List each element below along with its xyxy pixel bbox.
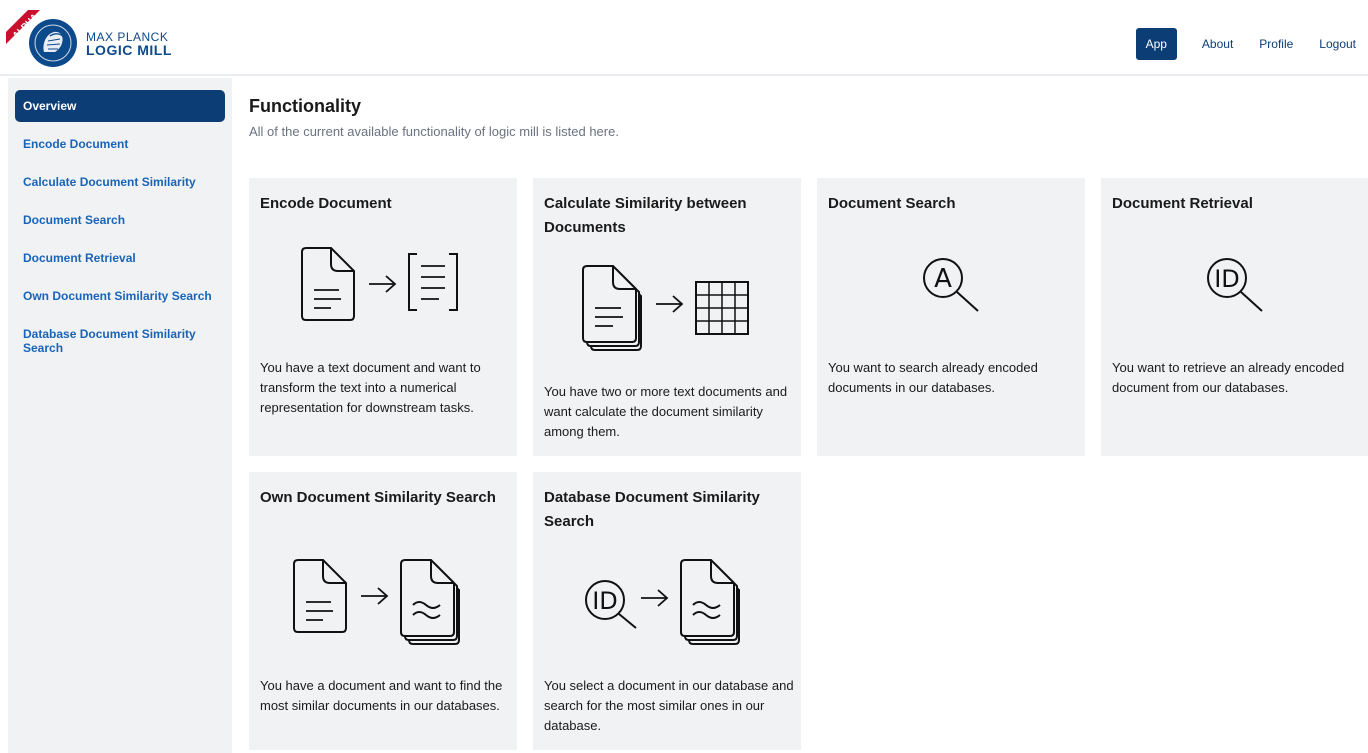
nav-logout[interactable]: Logout: [1306, 28, 1368, 60]
card-description: You have a document and want to find the…: [260, 678, 503, 713]
card-description: You have two or more text documents and …: [544, 384, 788, 439]
svg-text:ID: ID: [1214, 265, 1240, 293]
card-title: Own Document Similarity Search: [260, 489, 496, 506]
nav-app[interactable]: App: [1135, 28, 1177, 60]
card-title: Encode Document: [260, 195, 392, 212]
nav-profile[interactable]: Profile: [1246, 28, 1306, 60]
svg-text:A: A: [934, 264, 952, 294]
document-to-similar-icon: [291, 558, 471, 648]
logo-text: MAX PLANCK LOGIC MILL: [86, 31, 172, 58]
sidebar-item-document-search[interactable]: Document Search: [15, 204, 225, 236]
top-nav: App About Profile Logout: [1135, 28, 1368, 60]
logo[interactable]: ALPHA MAX PLANCK LOGIC MILL: [6, 10, 206, 72]
id-to-similar-icon: ID: [583, 558, 753, 648]
card-title: Document Search: [828, 195, 956, 212]
documents-to-grid-icon: [581, 264, 761, 354]
card-description: You select a document in our database an…: [544, 678, 794, 733]
card-title: Document Retrieval: [1112, 195, 1253, 212]
svg-text:ID: ID: [592, 587, 618, 615]
card-description: You have a text document and want to tra…: [260, 360, 481, 415]
search-id-icon: ID: [1205, 256, 1269, 316]
card-calculate-similarity[interactable]: Calculate Similarity between Documents Y…: [533, 178, 801, 456]
logo-line2: LOGIC MILL: [86, 42, 172, 58]
search-a-icon: A: [921, 256, 985, 316]
sidebar-item-calculate-similarity[interactable]: Calculate Document Similarity: [15, 166, 225, 198]
app-header: ALPHA MAX PLANCK LOGIC MILL App About Pr…: [0, 0, 1368, 76]
sidebar: Overview Encode Document Calculate Docum…: [8, 78, 232, 753]
card-title: Database Document Similarity Search: [544, 489, 760, 530]
document-to-list-icon: [299, 246, 469, 326]
card-document-retrieval[interactable]: Document Retrieval ID You want to retrie…: [1101, 178, 1368, 456]
nav-about[interactable]: About: [1189, 28, 1246, 60]
sidebar-item-database-similarity-search[interactable]: Database Document Similarity Search: [15, 318, 225, 364]
card-title: Calculate Similarity between Documents: [544, 195, 747, 236]
card-database-similarity-search[interactable]: Database Document Similarity Search ID Y…: [533, 472, 801, 750]
card-document-search[interactable]: Document Search A You want to search alr…: [817, 178, 1085, 456]
sidebar-item-encode-document[interactable]: Encode Document: [15, 128, 225, 160]
page-subtitle: All of the current available functionali…: [249, 124, 619, 139]
sidebar-item-document-retrieval[interactable]: Document Retrieval: [15, 242, 225, 274]
card-description: You want to retrieve an already encoded …: [1112, 360, 1345, 395]
card-description: You want to search already encoded docum…: [828, 360, 1038, 395]
page-title: Functionality: [249, 96, 361, 116]
sidebar-item-own-similarity-search[interactable]: Own Document Similarity Search: [15, 280, 225, 312]
sidebar-item-overview[interactable]: Overview: [15, 90, 225, 122]
card-own-similarity-search[interactable]: Own Document Similarity Search You have …: [249, 472, 517, 750]
card-encode-document[interactable]: Encode Document You have a text document…: [249, 178, 517, 456]
